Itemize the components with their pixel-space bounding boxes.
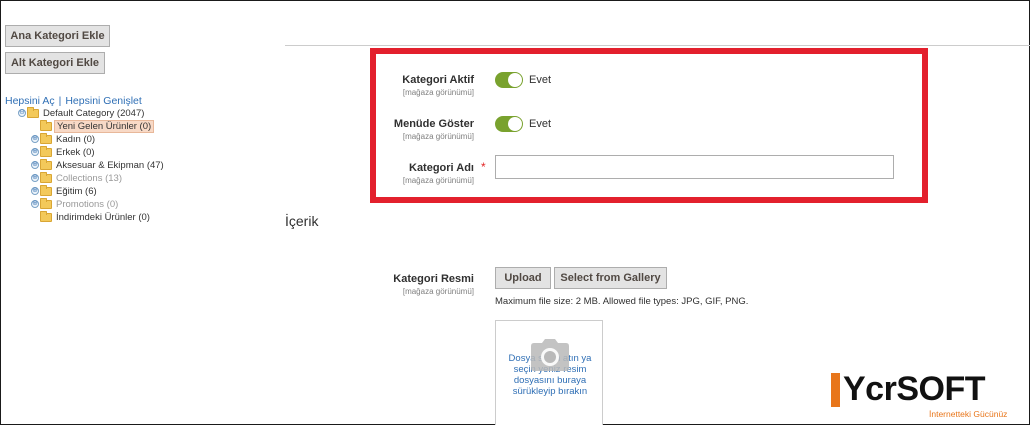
tree-node-egitim[interactable]: ⊕ Eğitim (6) — [31, 184, 99, 197]
show-in-menu-label-group: Menüde Göster [mağaza görünümü] — [274, 118, 474, 141]
ycrsoft-logo: YcrSOFT İnternetteki Gücünüz — [831, 370, 1021, 420]
category-active-label: Kategori Aktif — [402, 74, 474, 86]
tree-node-label: İndirimdeki Ürünler (0) — [56, 211, 150, 223]
upload-button[interactable]: Upload — [495, 267, 551, 289]
scope-label: [mağaza görünümü] — [402, 176, 474, 185]
tree-node-label: Aksesuar & Ekipman (47) — [56, 159, 164, 171]
tree-expand-icon[interactable]: ⊕ — [31, 135, 39, 143]
folder-icon — [40, 210, 52, 222]
tree-expand-icon[interactable]: ⊕ — [31, 148, 39, 156]
file-size-note: Maximum file size: 2 MB. Allowed file ty… — [495, 296, 749, 307]
category-image-label: Kategori Resmi — [393, 273, 474, 285]
tree-node-aksesuar[interactable]: ⊕ Aksesuar & Ekipman (47) — [31, 158, 166, 171]
folder-icon — [40, 119, 52, 131]
folder-icon — [40, 171, 52, 183]
tree-node-label: Promotions (0) — [56, 198, 119, 210]
tree-node-label: Yeni Gelen Ürünler (0) — [54, 119, 155, 133]
tree-node-promotions[interactable]: ⊕ Promotions (0) — [31, 197, 120, 210]
tree-expand-icon[interactable]: ⊕ — [31, 187, 39, 195]
select-from-gallery-button[interactable]: Select from Gallery — [554, 267, 667, 289]
tree-node-kadin[interactable]: ⊕ Kadın (0) — [31, 132, 97, 145]
header-divider — [285, 45, 1030, 46]
tree-node-indirimdeki[interactable]: İndirimdeki Ürünler (0) — [31, 210, 152, 223]
category-active-value: Evet — [529, 74, 552, 86]
show-in-menu-toggle[interactable] — [495, 116, 523, 132]
collapse-all-link[interactable]: Hepsini Aç — [5, 95, 55, 107]
image-dropzone[interactable]: Dosya seçin atın ya seçin yeniz resim do… — [495, 320, 603, 425]
category-name-label-group: Kategori Adı [mağaza görünümü] — [274, 162, 474, 185]
tree-node-label: Erkek (0) — [56, 146, 95, 158]
content-section-title: İçerik — [285, 213, 319, 229]
folder-open-icon — [27, 106, 39, 118]
scope-label: [mağaza görünümü] — [402, 88, 474, 97]
folder-icon — [40, 184, 52, 196]
required-asterisk: * — [481, 160, 486, 174]
camera-icon — [531, 339, 569, 371]
tree-expand-icon[interactable]: ⊕ — [31, 161, 39, 169]
folder-icon — [40, 197, 52, 209]
toggle-knob — [508, 73, 522, 87]
category-name-label: Kategori Adı — [409, 162, 474, 174]
tree-node-label: Eğitim (6) — [56, 185, 97, 197]
tree-expand-icon[interactable]: ⊕ — [31, 174, 39, 182]
toggle-knob — [508, 117, 522, 131]
tree-node-yeni-gelen[interactable]: Yeni Gelen Ürünler (0) — [31, 119, 155, 133]
category-active-toggle[interactable] — [495, 72, 523, 88]
category-name-input[interactable] — [495, 155, 894, 179]
logo-tagline: İnternetteki Gücünüz — [929, 409, 1008, 419]
tree-node-label: Collections (13) — [56, 172, 122, 184]
folder-icon — [40, 158, 52, 170]
tree-collapse-icon[interactable]: ⊖ — [18, 109, 26, 117]
add-subcategory-button[interactable]: Alt Kategori Ekle — [5, 52, 105, 74]
tree-toggle-links: Hepsini Aç | Hepsini Genişlet — [5, 95, 142, 107]
show-in-menu-label: Menüde Göster — [393, 118, 474, 130]
category-image-label-group: Kategori Resmi [mağaza görünümü] — [274, 273, 474, 296]
scope-label: [mağaza görünümü] — [402, 132, 474, 141]
tree-node-erkek[interactable]: ⊕ Erkek (0) — [31, 145, 97, 158]
folder-icon — [40, 132, 52, 144]
logo-accent-bar — [831, 373, 840, 407]
logo-wordmark: YcrSOFT — [843, 370, 985, 408]
folder-icon — [40, 145, 52, 157]
tree-node-label: Kadın (0) — [56, 133, 96, 145]
tree-node-label: Default Category (2047) — [43, 107, 145, 119]
tree-expand-icon[interactable]: ⊕ — [31, 200, 39, 208]
scope-label: [mağaza görünümü] — [402, 287, 474, 296]
tree-node-default-category[interactable]: ⊖ Default Category (2047) — [18, 106, 146, 119]
show-in-menu-value: Evet — [529, 118, 552, 130]
expand-all-link[interactable]: Hepsini Genişlet — [65, 95, 141, 107]
add-root-category-button[interactable]: Ana Kategori Ekle — [5, 25, 110, 47]
tree-node-collections[interactable]: ⊕ Collections (13) — [31, 171, 124, 184]
tree-links-separator: | — [58, 95, 62, 107]
category-active-label-group: Kategori Aktif [mağaza görünümü] — [274, 74, 474, 97]
